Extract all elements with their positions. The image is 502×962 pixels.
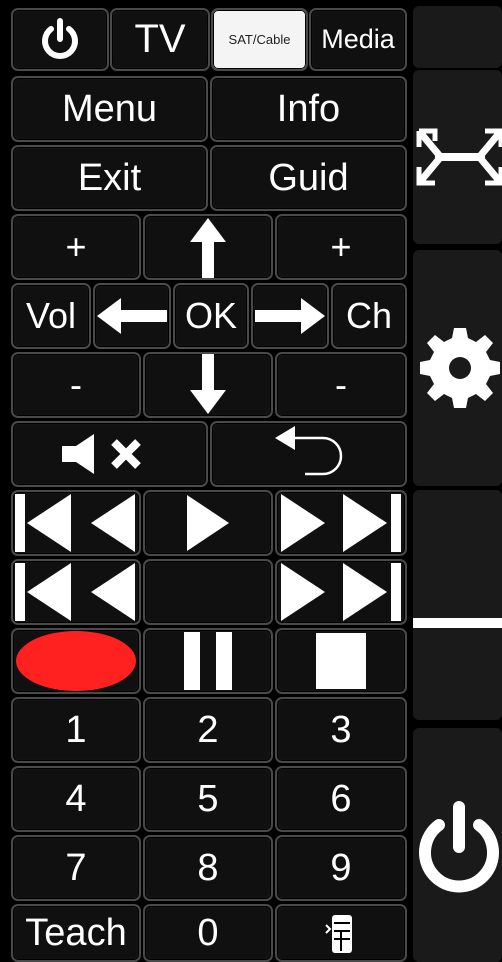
up-button[interactable] <box>143 214 273 280</box>
power-icon <box>419 801 499 893</box>
side-panel-top <box>413 6 502 68</box>
volume-up-button[interactable]: + <box>11 214 141 280</box>
play-icon <box>187 495 229 551</box>
side-panel-slot <box>413 490 502 720</box>
tab-sat-cable-label: SAT/Cable <box>228 32 291 47</box>
channel-up-button[interactable]: + <box>275 214 407 280</box>
volume-minus-label: - <box>70 364 82 405</box>
arrow-up-icon <box>190 218 226 278</box>
channel-plus-label: + <box>330 226 352 267</box>
remote-icon <box>325 915 352 953</box>
blank-transport-button[interactable] <box>143 559 273 625</box>
digit-3-label: 3 <box>330 708 352 751</box>
exit-button[interactable]: Exit <box>11 145 208 211</box>
digit-1-label: 1 <box>65 708 87 751</box>
ok-label: OK <box>184 295 237 336</box>
side-power-button[interactable] <box>413 728 502 962</box>
volume-down-button[interactable]: - <box>11 352 141 418</box>
digit-3-button[interactable]: 3 <box>275 697 407 763</box>
info-label: Info <box>276 87 341 130</box>
arrow-right-icon <box>255 298 325 334</box>
rewind-button[interactable] <box>11 559 141 625</box>
channel-label-button: Ch <box>331 283 407 349</box>
tab-media[interactable]: Media <box>309 8 407 71</box>
tab-tv[interactable]: TV <box>110 8 210 71</box>
arrow-left-icon <box>97 298 167 334</box>
tab-tv-label: TV <box>134 17 186 61</box>
pause-button[interactable] <box>143 628 273 694</box>
skip-forward-icon <box>281 494 401 552</box>
fast-forward-button[interactable] <box>275 559 407 625</box>
digit-8-button[interactable]: 8 <box>143 835 273 901</box>
rewind-icon <box>15 563 135 621</box>
tab-sat-cable[interactable]: SAT/Cable <box>211 8 308 71</box>
power-button[interactable] <box>11 8 109 71</box>
left-button[interactable] <box>93 283 171 349</box>
back-arrow-icon <box>274 426 342 476</box>
digit-1-button[interactable]: 1 <box>11 697 141 763</box>
digit-8-label: 8 <box>197 846 219 889</box>
settings-button[interactable] <box>413 250 502 486</box>
digit-2-label: 2 <box>197 708 219 751</box>
teach-label: Teach <box>25 911 127 954</box>
digit-7-button[interactable]: 7 <box>11 835 141 901</box>
channel-minus-label: - <box>335 364 347 405</box>
digit-0-label: 0 <box>197 911 219 954</box>
fullscreen-icon <box>416 128 502 186</box>
tab-media-label: Media <box>321 24 395 54</box>
digit-4-button[interactable]: 4 <box>11 766 141 832</box>
ch-label: Ch <box>345 295 393 336</box>
play-button[interactable] <box>143 490 273 556</box>
mute-button[interactable] <box>11 421 208 487</box>
fullscreen-button[interactable] <box>413 70 502 244</box>
slider-track[interactable] <box>413 618 502 628</box>
guide-label: Guid <box>268 156 349 199</box>
power-icon <box>42 17 78 59</box>
down-button[interactable] <box>143 352 273 418</box>
mute-icon <box>61 434 141 474</box>
volume-plus-label: + <box>65 226 87 267</box>
digit-5-label: 5 <box>197 777 219 820</box>
ok-button[interactable]: OK <box>173 283 249 349</box>
gear-icon <box>420 328 500 408</box>
arrow-down-icon <box>190 354 226 414</box>
remote-learn-button[interactable] <box>275 904 407 962</box>
record-icon <box>16 631 136 691</box>
digit-6-label: 6 <box>330 777 352 820</box>
vol-label: Vol <box>25 295 77 336</box>
menu-label: Menu <box>61 87 158 130</box>
digit-5-button[interactable]: 5 <box>143 766 273 832</box>
digit-0-button[interactable]: 0 <box>143 904 273 962</box>
right-button[interactable] <box>251 283 329 349</box>
info-button[interactable]: Info <box>210 76 407 142</box>
digit-7-label: 7 <box>65 846 87 889</box>
skip-forward-button[interactable] <box>275 490 407 556</box>
guide-button[interactable]: Guid <box>210 145 407 211</box>
digit-6-button[interactable]: 6 <box>275 766 407 832</box>
exit-label: Exit <box>77 156 142 199</box>
digit-9-label: 9 <box>330 846 352 889</box>
back-button[interactable] <box>210 421 407 487</box>
record-button[interactable] <box>11 628 141 694</box>
menu-button[interactable]: Menu <box>11 76 208 142</box>
fast-forward-icon <box>281 563 401 621</box>
digit-9-button[interactable]: 9 <box>275 835 407 901</box>
skip-back-button[interactable] <box>11 490 141 556</box>
volume-label-button: Vol <box>11 283 91 349</box>
pause-icon <box>184 632 232 690</box>
digit-4-label: 4 <box>65 777 87 820</box>
digit-2-button[interactable]: 2 <box>143 697 273 763</box>
teach-button[interactable]: Teach <box>11 904 141 962</box>
stop-icon <box>316 633 366 689</box>
stop-button[interactable] <box>275 628 407 694</box>
skip-back-icon <box>15 494 135 552</box>
channel-down-button[interactable]: - <box>275 352 407 418</box>
